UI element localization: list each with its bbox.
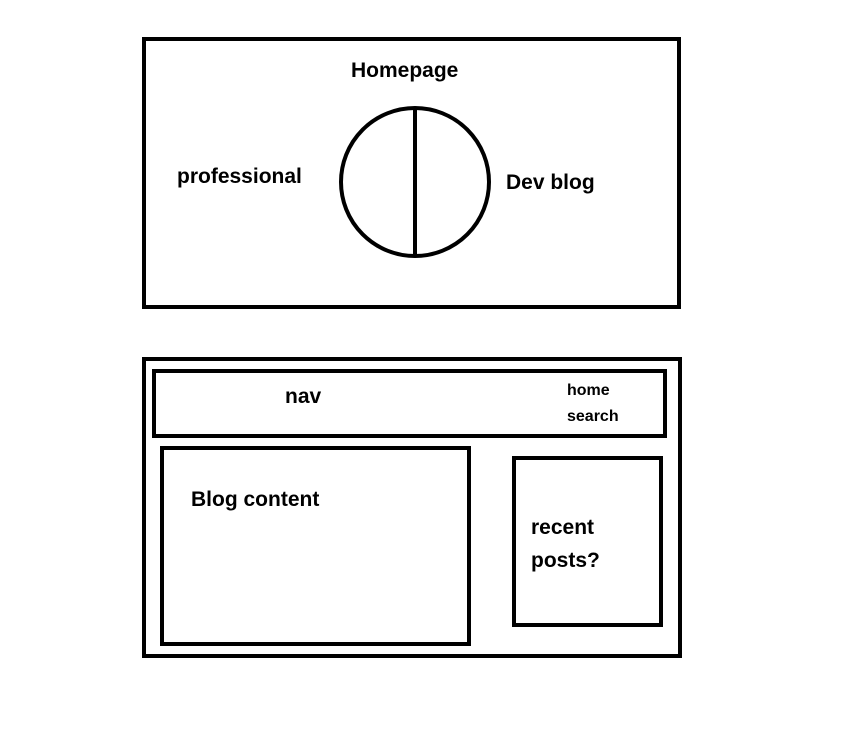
blog-content-label: Blog content xyxy=(191,488,320,511)
nav-bar xyxy=(152,369,667,438)
recent-posts-box xyxy=(512,456,663,627)
nav-label: nav xyxy=(285,385,322,408)
nav-link-home: home xyxy=(567,382,610,399)
professional-label: professional xyxy=(177,165,302,188)
blog-content-box xyxy=(160,446,471,646)
recent-posts-label-2: posts? xyxy=(531,549,600,572)
dev-blog-label: Dev blog xyxy=(506,171,595,194)
recent-posts-label-1: recent xyxy=(531,516,595,539)
nav-link-search: search xyxy=(567,408,619,425)
